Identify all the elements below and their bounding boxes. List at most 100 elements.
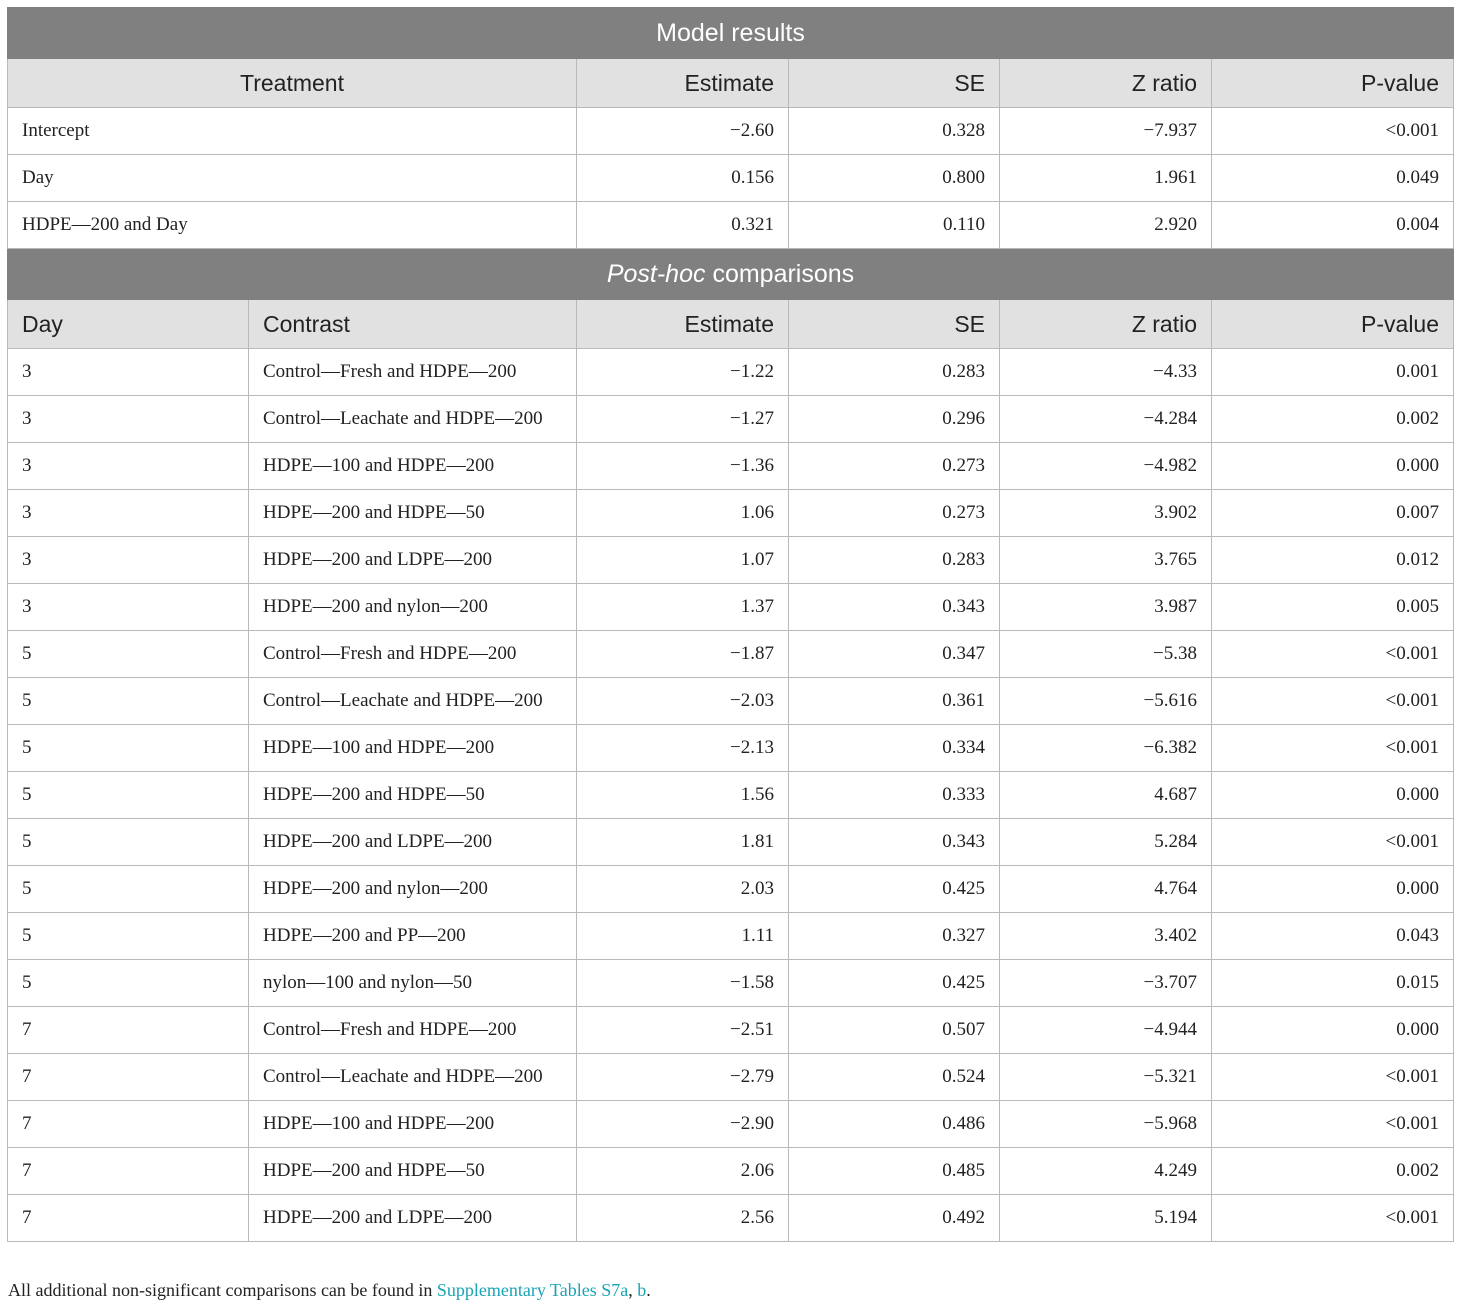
z-ratio-cell: −5.321 (999, 1053, 1212, 1101)
contrast-cell: Control—Leachate and HDPE—200 (248, 1053, 577, 1101)
treatment-cell: HDPE—200 and Day (7, 201, 577, 249)
column-header-day: Day (7, 299, 249, 349)
z-ratio-cell: −3.707 (999, 959, 1212, 1007)
table-row: 3 Control—Leachate and HDPE—200 −1.27 0.296… (7, 395, 1455, 443)
contrast-cell: HDPE—200 and HDPE—50 (248, 489, 577, 537)
model-results-header-row: Treatment Estimate SE Z ratio P-value (7, 58, 1455, 108)
p-value-cell: 0.002 (1210, 1147, 1455, 1195)
contrast-cell: HDPE—200 and PP—200 (248, 912, 577, 960)
z-ratio-cell: 5.284 (999, 818, 1212, 866)
supplementary-link-s7a[interactable]: Supplementary Tables S7a (437, 1280, 628, 1300)
treatment-cell: Day (7, 154, 577, 202)
p-value-cell: 0.007 (1210, 489, 1455, 537)
se-cell: 0.425 (788, 865, 1000, 913)
table-row: 3 HDPE—100 and HDPE—200 −1.36 0.273 −4.982 0.… (7, 442, 1455, 490)
day-cell: 5 (7, 959, 249, 1007)
day-cell: 3 (7, 583, 249, 631)
z-ratio-cell: 3.987 (999, 583, 1212, 631)
day-cell: 3 (7, 348, 249, 396)
p-value-cell: <0.001 (1210, 630, 1455, 678)
p-value-cell: 0.015 (1210, 959, 1455, 1007)
estimate-cell: 2.03 (576, 865, 789, 913)
contrast-cell: HDPE—100 and HDPE—200 (248, 1100, 577, 1148)
estimate-cell: −2.79 (576, 1053, 789, 1101)
z-ratio-cell: −4.944 (999, 1006, 1212, 1054)
p-value-cell: 0.049 (1210, 154, 1455, 202)
se-cell: 0.273 (788, 489, 1000, 537)
table-row: 7 HDPE—200 and HDPE—50 2.06 0.485 4.249 0.002 (7, 1147, 1455, 1195)
footnote-separator: , (628, 1280, 638, 1300)
estimate-cell: −1.27 (576, 395, 789, 443)
day-cell: 7 (7, 1194, 249, 1242)
results-table: Model results Treatment Estimate SE Z ratio P… (6, 7, 1455, 1242)
table-row: Intercept −2.60 0.328 −7.937 <0.001 (7, 107, 1455, 155)
p-value-cell: 0.000 (1210, 442, 1455, 490)
day-cell: 5 (7, 771, 249, 819)
estimate-cell: −1.22 (576, 348, 789, 396)
p-value-cell: 0.001 (1210, 348, 1455, 396)
contrast-cell: HDPE—200 and HDPE—50 (248, 1147, 577, 1195)
z-ratio-cell: −4.982 (999, 442, 1212, 490)
day-cell: 7 (7, 1147, 249, 1195)
se-cell: 0.283 (788, 536, 1000, 584)
p-value-cell: <0.001 (1210, 1194, 1455, 1242)
supplementary-link-b[interactable]: b (637, 1280, 646, 1300)
se-cell: 0.524 (788, 1053, 1000, 1101)
contrast-cell: HDPE—200 and LDPE—200 (248, 818, 577, 866)
day-cell: 5 (7, 677, 249, 725)
estimate-cell: −2.51 (576, 1006, 789, 1054)
p-value-cell: 0.000 (1210, 1006, 1455, 1054)
estimate-cell: −1.58 (576, 959, 789, 1007)
z-ratio-cell: −5.38 (999, 630, 1212, 678)
p-value-cell: <0.001 (1210, 818, 1455, 866)
column-header-se: SE (788, 299, 1000, 349)
table-row: 5 Control—Leachate and HDPE—200 −2.03 0.361… (7, 677, 1455, 725)
column-header-estimate: Estimate (576, 299, 789, 349)
se-cell: 0.273 (788, 442, 1000, 490)
z-ratio-cell: 3.902 (999, 489, 1212, 537)
column-header-se: SE (788, 58, 1000, 108)
table-row: Day 0.156 0.800 1.961 0.049 (7, 154, 1455, 202)
se-cell: 0.492 (788, 1194, 1000, 1242)
se-cell: 0.507 (788, 1006, 1000, 1054)
p-value-cell: 0.005 (1210, 583, 1455, 631)
contrast-cell: Control—Leachate and HDPE—200 (248, 395, 577, 443)
contrast-cell: HDPE—100 and HDPE—200 (248, 442, 577, 490)
se-cell: 0.343 (788, 818, 1000, 866)
contrast-cell: HDPE—200 and nylon—200 (248, 865, 577, 913)
p-value-cell: 0.000 (1210, 865, 1455, 913)
p-value-cell: 0.004 (1210, 201, 1455, 249)
posthoc-title: Post-hoc comparisons (6, 248, 1455, 300)
se-cell: 0.485 (788, 1147, 1000, 1195)
contrast-cell: HDPE—200 and HDPE—50 (248, 771, 577, 819)
day-cell: 3 (7, 489, 249, 537)
z-ratio-cell: 5.194 (999, 1194, 1212, 1242)
estimate-cell: 1.37 (576, 583, 789, 631)
contrast-cell: Control—Fresh and HDPE—200 (248, 348, 577, 396)
z-ratio-cell: 4.687 (999, 771, 1212, 819)
column-header-treatment: Treatment (7, 58, 577, 108)
z-ratio-cell: 3.402 (999, 912, 1212, 960)
day-cell: 7 (7, 1053, 249, 1101)
day-cell: 5 (7, 818, 249, 866)
z-ratio-cell: −7.937 (999, 107, 1212, 155)
estimate-cell: 1.11 (576, 912, 789, 960)
estimate-cell: 1.06 (576, 489, 789, 537)
table-row: 3 HDPE—200 and HDPE—50 1.06 0.273 3.902 0.007 (7, 489, 1455, 537)
se-cell: 0.425 (788, 959, 1000, 1007)
contrast-cell: Control—Fresh and HDPE—200 (248, 1006, 577, 1054)
p-value-cell: <0.001 (1210, 1053, 1455, 1101)
p-value-cell: <0.001 (1210, 107, 1455, 155)
posthoc-title-italic: Post-hoc (606, 259, 706, 288)
table-row: 3 Control—Fresh and HDPE—200 −1.22 0.283 −4.… (7, 348, 1455, 396)
table-row: 3 HDPE—200 and nylon—200 1.37 0.343 3.987 0.0… (7, 583, 1455, 631)
estimate-cell: 1.07 (576, 536, 789, 584)
day-cell: 3 (7, 536, 249, 584)
se-cell: 0.800 (788, 154, 1000, 202)
table-row: 5 HDPE—200 and nylon—200 2.03 0.425 4.764 0.0… (7, 865, 1455, 913)
table-row: 5 HDPE—200 and LDPE—200 1.81 0.343 5.284 <0.0… (7, 818, 1455, 866)
day-cell: 5 (7, 865, 249, 913)
posthoc-header-row: Day Contrast Estimate SE Z ratio P-value (7, 299, 1455, 349)
se-cell: 0.327 (788, 912, 1000, 960)
table-row: 5 HDPE—200 and HDPE—50 1.56 0.333 4.687 0.000 (7, 771, 1455, 819)
